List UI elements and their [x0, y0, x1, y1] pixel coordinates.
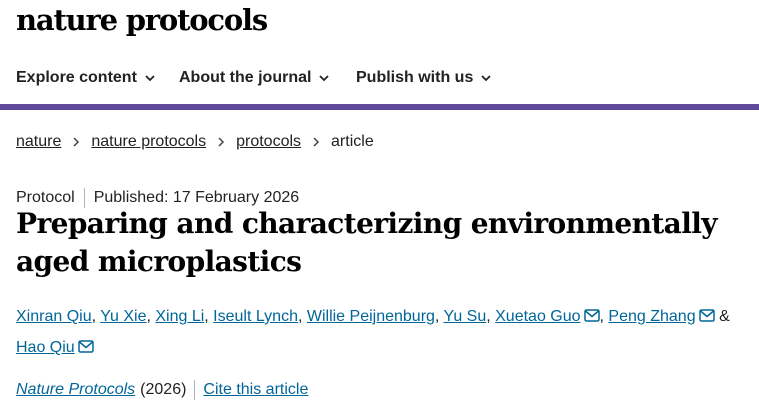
chevron-down-icon: [319, 75, 330, 82]
author-link[interactable]: Peng Zhang: [608, 308, 695, 325]
author-list: Xinran Qiu, Yu Xie, Xing Li, Iseult Lync…: [16, 308, 730, 356]
chevron-down-icon: [481, 75, 491, 82]
breadcrumb-nature[interactable]: nature: [16, 133, 61, 151]
and-sign: &: [719, 308, 730, 325]
nav-item-label: About the journal: [179, 69, 312, 86]
mail-icon[interactable]: [698, 309, 715, 322]
nav-about-journal[interactable]: About the journal: [179, 69, 330, 87]
site-logo[interactable]: nature protocols: [16, 3, 268, 37]
nav-explore-content[interactable]: Explore content: [16, 69, 155, 87]
author-link[interactable]: Xing Li: [155, 308, 204, 325]
author-link[interactable]: Xinran Qiu: [16, 308, 92, 325]
breadcrumb: nature nature protocols protocols articl…: [16, 133, 374, 151]
nav-item-label: Publish with us: [356, 69, 474, 86]
cite-this-article-link[interactable]: Cite this article: [203, 381, 308, 399]
chevron-right-icon: [73, 137, 80, 147]
nav-item-label: Explore content: [16, 69, 137, 86]
citation-line: Nature Protocols (2026) Cite this articl…: [16, 380, 308, 400]
author-link[interactable]: Yu Su: [444, 308, 487, 325]
citation-year: (2026): [140, 381, 187, 398]
author-link[interactable]: Willie Peijnenburg: [307, 308, 435, 325]
author-link[interactable]: Xuetao Guo: [495, 308, 580, 325]
chevron-right-icon: [218, 137, 225, 147]
main-nav: Explore content About the journal Publis…: [0, 57, 759, 103]
citation-divider: [194, 380, 196, 400]
breadcrumb-nature-protocols[interactable]: nature protocols: [91, 133, 206, 151]
breadcrumb-protocols[interactable]: protocols: [236, 133, 301, 151]
site-header: nature protocols: [0, 0, 759, 50]
journal-link[interactable]: Nature Protocols: [16, 381, 135, 399]
mail-icon[interactable]: [77, 340, 94, 353]
chevron-down-icon: [145, 75, 155, 82]
author-link[interactable]: Yu Xie: [100, 308, 146, 325]
breadcrumb-current: article: [331, 133, 374, 150]
author-link[interactable]: Iseult Lynch: [213, 308, 298, 325]
nav-publish-with-us[interactable]: Publish with us: [356, 69, 491, 87]
mail-icon[interactable]: [583, 309, 600, 322]
article-title: Preparing and characterizing environment…: [16, 207, 718, 278]
accent-bar: [0, 104, 759, 110]
chevron-right-icon: [313, 137, 320, 147]
author-link[interactable]: Hao Qiu: [16, 339, 75, 356]
